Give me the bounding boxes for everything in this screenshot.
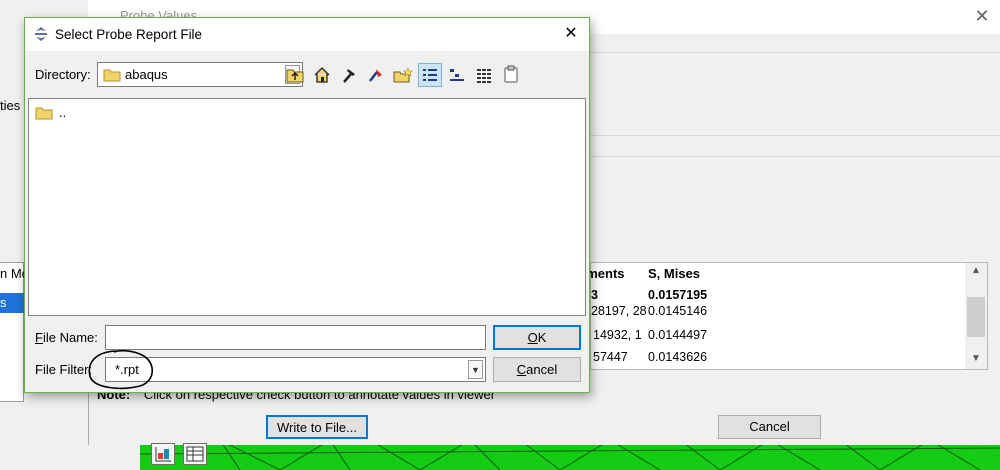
cancel-button[interactable]: Cancel: [493, 357, 581, 382]
ok-button[interactable]: OK: [493, 325, 581, 350]
table-cell-element: 57447: [593, 350, 628, 364]
scroll-down-icon[interactable]: ▼: [965, 351, 987, 367]
table-cell-value: 0.0157195: [648, 288, 708, 302]
viewport-toolbar: [151, 443, 213, 467]
tree-item-selected[interactable]: s: [0, 293, 24, 313]
file-name-input[interactable]: [105, 325, 486, 350]
file-filter-combobox[interactable]: *.rpt ▼: [105, 357, 486, 382]
file-filter-value: *.rpt: [115, 362, 139, 377]
dialog-title: Select Probe Report File: [55, 27, 203, 42]
scroll-up-icon[interactable]: ▲: [965, 263, 987, 279]
chevron-down-icon[interactable]: ▼: [468, 360, 483, 379]
hammer-icon[interactable]: [337, 63, 361, 87]
file-list[interactable]: ..: [28, 98, 586, 316]
file-filter-label: File Filter:: [35, 362, 93, 377]
table-cell-element: 14932, 1: [593, 328, 642, 342]
list-item[interactable]: ..: [35, 105, 66, 120]
bookmark-icon[interactable]: [364, 63, 388, 87]
probe-group-box: [586, 52, 1000, 136]
folder-icon: [35, 107, 53, 119]
icon-view-icon[interactable]: [445, 63, 469, 87]
up-folder-icon[interactable]: [283, 63, 307, 87]
table-icon[interactable]: [183, 443, 207, 465]
table-cell-value: 0.0143626: [648, 350, 708, 364]
app-logo-icon: [35, 27, 47, 41]
file-item-label: ..: [59, 105, 67, 120]
write-to-file-button[interactable]: Write to File...: [266, 415, 368, 439]
detail-view-icon[interactable]: [418, 63, 442, 87]
probe-cancel-button[interactable]: Cancel: [718, 415, 821, 439]
home-icon[interactable]: [310, 63, 334, 87]
directory-label: Directory:: [35, 67, 91, 82]
table-cell-value: 0.0145146: [648, 304, 708, 318]
scroll-thumb[interactable]: [967, 297, 985, 337]
new-folder-icon[interactable]: [391, 63, 415, 87]
clipboard-icon[interactable]: [499, 63, 523, 87]
select-probe-report-dialog: Select Probe Report File ✕ Directory: ab…: [24, 17, 590, 393]
directory-value: abaqus: [125, 67, 168, 82]
dialog-close-icon[interactable]: ✕: [560, 24, 582, 44]
background-text: ties: [0, 98, 21, 113]
plot-icon[interactable]: [151, 443, 175, 465]
list-view-icon[interactable]: [472, 63, 496, 87]
table-cell-value: 0.0144497: [648, 328, 708, 342]
table-cell-element: 3: [591, 288, 598, 302]
dialog-titlebar: Select Probe Report File ✕: [25, 18, 589, 51]
table-scrollbar[interactable]: ▲ ▼: [965, 263, 987, 369]
column-header-s-mises[interactable]: S, Mises: [648, 266, 700, 281]
table-cell-element: 28197, 28: [591, 304, 647, 318]
folder-icon: [103, 69, 121, 82]
directory-combobox[interactable]: abaqus ▼: [97, 62, 303, 87]
probe-close-icon[interactable]: ✕: [972, 6, 992, 26]
model-tree-panel: n Mo s: [0, 262, 29, 402]
file-name-label: File Name:: [35, 330, 98, 345]
